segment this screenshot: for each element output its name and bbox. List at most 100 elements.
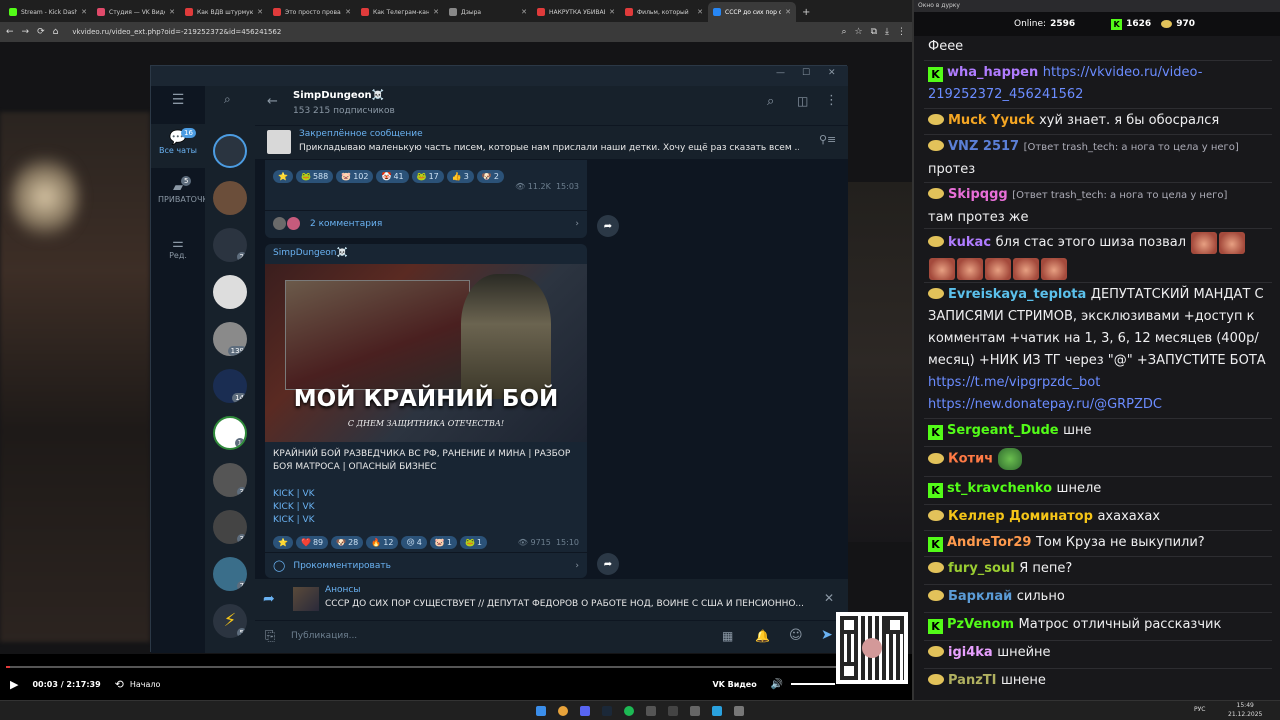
reaction-chip[interactable]: ❤️ 89 xyxy=(295,536,329,549)
hamburger-menu-icon[interactable]: ☰ xyxy=(151,92,205,108)
attach-icon[interactable]: ⎘ xyxy=(265,629,275,644)
tab-close-icon[interactable]: ✕ xyxy=(169,8,175,16)
pin-list-icon[interactable]: ⚲≡ xyxy=(819,133,836,146)
folder-all-chats[interactable]: 💬 Все чаты 16 xyxy=(151,124,205,168)
maximize-icon[interactable]: ☐ xyxy=(802,68,810,78)
bell-icon[interactable]: 🔔 xyxy=(755,629,770,643)
url-field[interactable]: vkvideo.ru/video_ext.php?oid=-219252372&… xyxy=(72,28,833,36)
discord-icon[interactable] xyxy=(580,706,590,716)
chat-username[interactable]: Sergeant_Dude xyxy=(947,423,1063,438)
sidebar-toggle-icon[interactable]: ◫ xyxy=(797,94,808,108)
reaction-chip[interactable]: 😢 4 xyxy=(401,536,427,549)
browser-tab[interactable]: Фильм, который ✕ xyxy=(620,2,708,22)
tab-close-icon[interactable]: ✕ xyxy=(609,8,615,16)
tab-close-icon[interactable]: ✕ xyxy=(785,8,791,16)
obs-icon[interactable] xyxy=(668,706,678,716)
more-icon[interactable]: ⋮ xyxy=(825,93,838,108)
minimize-icon[interactable]: — xyxy=(776,68,785,78)
video-player[interactable]: — ☐ ✕ ☰ 💬 Все чаты 16 ▰ ПРИВАТОЧКА 5 ⚌ Р… xyxy=(0,42,912,654)
browser-tab[interactable]: Как Телеграм-канал✕ xyxy=(356,2,444,22)
reaction-chip[interactable]: 🐶 28 xyxy=(331,536,364,549)
browser-tab[interactable]: Дзыра ✕ xyxy=(444,2,532,22)
extensions-icon[interactable]: ⧉ xyxy=(871,27,877,37)
chat-avatar-simpdungeon[interactable] xyxy=(213,134,247,168)
vk-video-brand[interactable]: VK Видео xyxy=(712,680,756,689)
folder-privatochka[interactable]: ▰ ПРИВАТОЧКА 5 xyxy=(151,176,214,226)
app-icon[interactable] xyxy=(734,706,744,716)
chat-username[interactable]: igi4ka xyxy=(948,645,997,660)
spotify-icon[interactable] xyxy=(624,706,634,716)
post-image[interactable]: МОЙ КРАЙНИЙ БОЙ С ДНЕМ ЗАЩИТНИКА ОТЕЧЕСТ… xyxy=(265,264,587,442)
chat-username[interactable]: Muck Yyuck xyxy=(948,113,1039,128)
volume-slider[interactable] xyxy=(791,683,836,685)
reaction-chip[interactable]: 🐸 17 xyxy=(411,170,444,183)
close-icon[interactable]: ✕ xyxy=(828,68,836,78)
pinned-message[interactable]: Закреплённое сообщение Прикладываю мален… xyxy=(255,126,848,160)
chat-avatar[interactable]: 7 xyxy=(213,557,247,591)
reaction-chip[interactable]: 🐸 588 xyxy=(295,170,334,183)
reaction-chip[interactable]: 🐸 1 xyxy=(459,536,487,549)
link-kick-vk[interactable]: KICK | VK xyxy=(273,514,315,527)
chat-username[interactable]: st_kravchenko xyxy=(947,481,1057,496)
share-icon[interactable]: ➦ xyxy=(597,215,619,237)
reaction-chip[interactable]: 🤡 41 xyxy=(376,170,409,183)
chat-link[interactable]: https://t.me/vipgrpzdc_bot xyxy=(928,375,1100,390)
chat-username[interactable]: wha_happen xyxy=(947,65,1043,80)
chat-username[interactable]: Skipqgg xyxy=(948,187,1012,202)
chat-avatar[interactable]: 3 xyxy=(213,510,247,544)
reaction-chip[interactable]: 🐷 102 xyxy=(336,170,374,183)
chat-avatar[interactable]: ⚡ 5 xyxy=(213,604,247,638)
browser-tab[interactable]: Stream - Kick Dash ✕ xyxy=(4,2,92,22)
tab-close-icon[interactable]: ✕ xyxy=(697,8,703,16)
browser-tab[interactable]: СССР до сих пор с ✕ xyxy=(708,2,796,22)
chat-username[interactable]: Келлер Доминатор xyxy=(948,509,1097,524)
restart-icon[interactable]: ⟲ xyxy=(115,678,124,691)
link-kick-vk[interactable]: KICK | VK xyxy=(273,488,315,501)
new-tab-icon[interactable]: + xyxy=(802,7,810,18)
search-icon[interactable]: ⌕ xyxy=(224,92,231,107)
tab-close-icon[interactable]: ✕ xyxy=(257,8,263,16)
chat-username[interactable]: Evreiskaya_teplota xyxy=(948,287,1091,302)
tab-close-icon[interactable]: ✕ xyxy=(81,8,87,16)
link-kick-vk[interactable]: KICK | VK xyxy=(273,501,315,514)
tab-close-icon[interactable]: ✕ xyxy=(345,8,351,16)
reaction-chip[interactable]: ⭐ xyxy=(273,536,293,549)
reaction-chip[interactable]: 🐶 2 xyxy=(476,170,504,183)
share-icon[interactable]: ➦ xyxy=(597,553,619,575)
play-icon[interactable]: ▶ xyxy=(10,678,18,691)
chat-avatar[interactable] xyxy=(213,275,247,309)
folder-edit[interactable]: ⚌ Ред. xyxy=(151,236,205,270)
chat-username[interactable]: PanzTI xyxy=(948,673,1001,688)
chat-username[interactable]: AndreTor29 xyxy=(947,535,1036,550)
chat-username[interactable]: Барклай xyxy=(948,589,1017,604)
back-arrow-icon[interactable]: ← xyxy=(267,94,278,109)
progress-bar[interactable] xyxy=(6,666,906,668)
chat-avatar[interactable]: 3 xyxy=(213,463,247,497)
chat-username[interactable]: fury_soul xyxy=(948,561,1019,576)
browser-tab[interactable]: Это просто провал ✕ xyxy=(268,2,356,22)
chat-avatar[interactable]: 139 xyxy=(213,322,247,356)
post-author[interactable]: SimpDungeon☠️ xyxy=(273,248,348,258)
zoom-icon[interactable]: ⌕ xyxy=(841,27,846,37)
tab-close-icon[interactable]: ✕ xyxy=(433,8,439,16)
home-icon[interactable]: ⌂ xyxy=(53,27,59,37)
language-indicator[interactable]: РУС xyxy=(1194,706,1205,713)
download-icon[interactable]: ⤓ xyxy=(885,27,889,37)
reload-icon[interactable]: ⟳ xyxy=(37,27,45,37)
start-icon[interactable] xyxy=(536,706,546,716)
browser-tab[interactable]: Студия — VK Видео ✕ xyxy=(92,2,180,22)
chat-avatar[interactable]: 1 xyxy=(213,416,247,450)
browser-tab[interactable]: Как ВДВ штурмуют ✕ xyxy=(180,2,268,22)
chat-username[interactable]: VNZ 2517 xyxy=(948,139,1024,154)
send-icon[interactable]: ➤ xyxy=(821,627,833,643)
emoji-icon[interactable]: ☺ xyxy=(789,628,803,643)
clock[interactable]: 15:49 21.12.2025 xyxy=(1228,701,1262,719)
search-icon[interactable]: ⌕ xyxy=(767,94,774,109)
telegram-icon[interactable] xyxy=(712,706,722,716)
steam-icon[interactable] xyxy=(602,706,612,716)
reaction-chip[interactable]: 🐷 1 xyxy=(429,536,457,549)
chat-avatar[interactable] xyxy=(213,181,247,215)
browser-tab[interactable]: НАКРУТКА УБИВАЕ ✕ xyxy=(532,2,620,22)
back-icon[interactable]: ← xyxy=(6,27,14,37)
schedule-icon[interactable]: ▦ xyxy=(722,629,733,643)
